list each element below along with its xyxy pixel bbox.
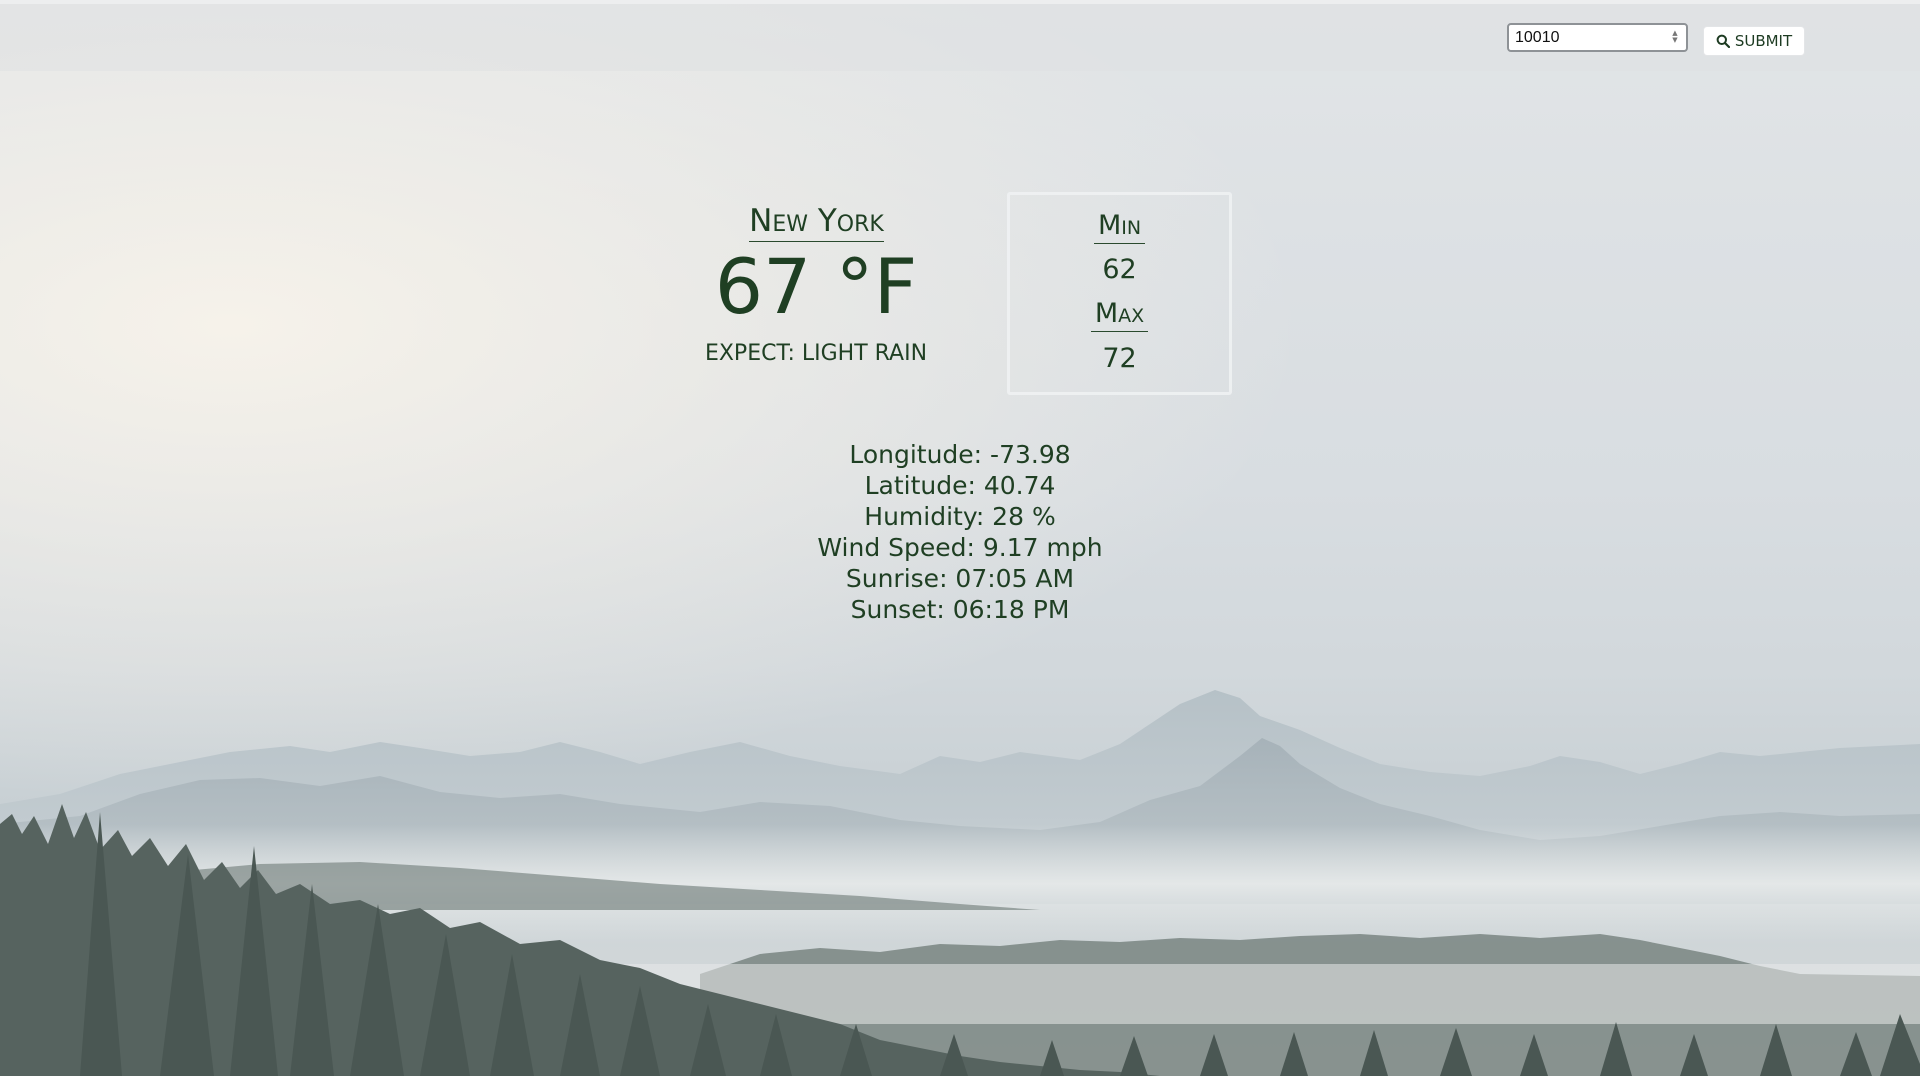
min-temperature: 62 <box>1102 254 1137 285</box>
min-label: Min <box>1010 211 1229 244</box>
max-temperature: 72 <box>1102 343 1137 374</box>
sunset-text: Sunset: 06:18 PM <box>850 595 1070 624</box>
submit-button[interactable]: SUBMIT <box>1703 26 1805 56</box>
weather-description: EXPECT: LIGHT RAIN <box>704 341 928 366</box>
zip-code-input[interactable] <box>1507 23 1688 52</box>
max-label: Max <box>1010 299 1229 332</box>
city-name: New York <box>749 203 884 242</box>
submit-label: SUBMIT <box>1734 32 1793 50</box>
sunrise-text: Sunrise: 07:05 AM <box>845 564 1075 593</box>
current-temperature: 67 °F <box>714 242 918 331</box>
min-max-panel: Min 62 Max 72 <box>1007 192 1232 395</box>
number-spinner-icon[interactable]: ▲ ▼ <box>1669 30 1681 46</box>
wind-speed-text: Wind Speed: 9.17 mph <box>817 533 1103 562</box>
humidity-text: Humidity: 28 % <box>864 502 1056 531</box>
search-icon <box>1716 34 1730 48</box>
latitude-text: Latitude: 40.74 <box>864 471 1056 500</box>
weather-details: Longitude: -73.98 Latitude: 40.74 Humidi… <box>760 439 1160 625</box>
longitude-text: Longitude: -73.98 <box>849 440 1071 469</box>
